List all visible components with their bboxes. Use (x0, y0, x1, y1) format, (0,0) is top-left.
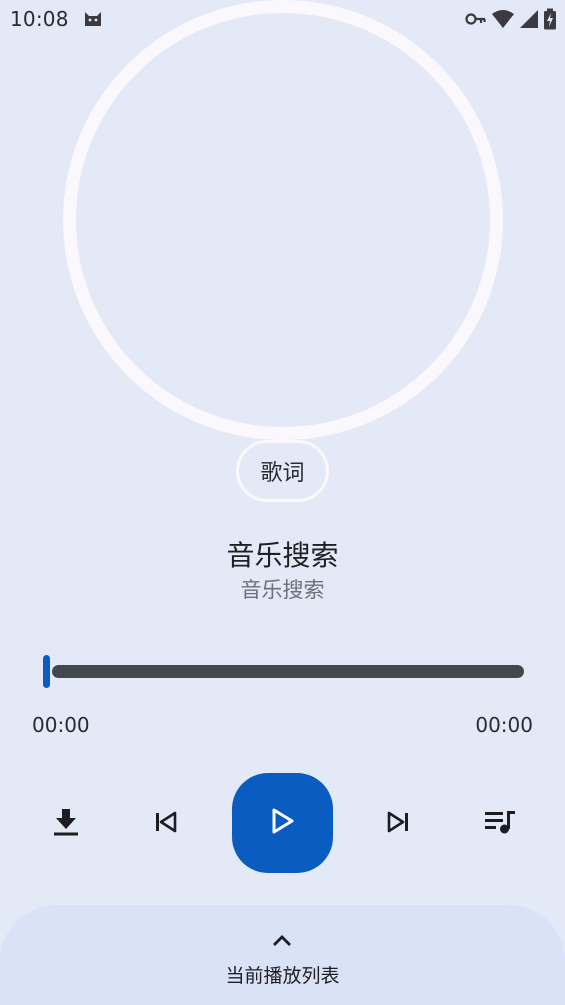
play-icon (270, 807, 296, 839)
seek-bar[interactable] (52, 665, 524, 678)
current-playlist-label[interactable]: 当前播放列表 (0, 961, 565, 988)
download-icon (53, 808, 79, 840)
download-button[interactable] (42, 800, 90, 848)
queue-music-icon (484, 809, 516, 839)
vpn-key-icon (465, 12, 487, 26)
song-artist: 音乐搜索 (240, 578, 325, 602)
queue-button[interactable] (476, 800, 524, 848)
next-button[interactable] (374, 800, 422, 848)
status-indicators (465, 8, 557, 30)
play-button[interactable] (232, 773, 333, 873)
lyrics-button[interactable]: 歌词 (236, 440, 329, 502)
seek-bar-thumb[interactable] (43, 655, 50, 688)
battery-charging-icon (543, 8, 557, 30)
song-title: 音乐搜索 (226, 539, 339, 572)
previous-button[interactable] (142, 800, 190, 848)
total-time: 00:00 (475, 713, 533, 737)
cat-icon (82, 8, 104, 30)
elapsed-time: 00:00 (32, 713, 90, 737)
wifi-icon (491, 9, 515, 29)
album-artwork[interactable] (63, 0, 503, 440)
current-playlist-sheet[interactable] (0, 905, 565, 1005)
skip-previous-icon (155, 811, 177, 837)
skip-next-icon (387, 811, 409, 837)
status-time: 10:08 (10, 7, 69, 31)
chevron-up-icon[interactable] (270, 928, 294, 952)
cellular-signal-icon (519, 9, 539, 29)
lyrics-button-label: 歌词 (260, 461, 305, 486)
